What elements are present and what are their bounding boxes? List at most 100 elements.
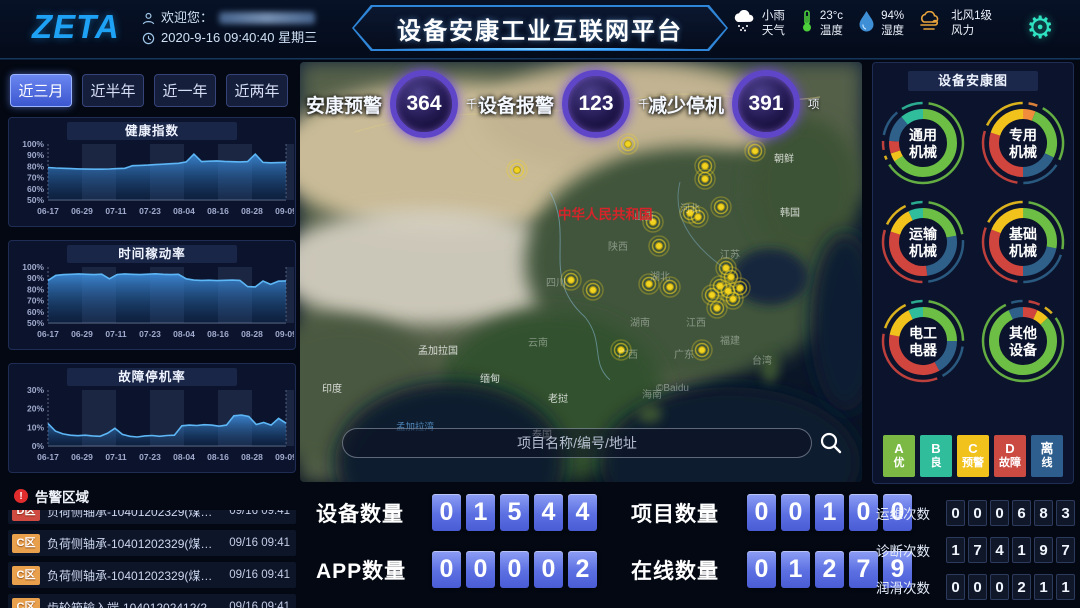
svg-text:08-28: 08-28 xyxy=(241,329,263,339)
weather-bar: 小雨天气23°c温度94%湿度北风1级风力 xyxy=(732,9,992,39)
svg-text:80%: 80% xyxy=(27,161,44,171)
counter-row-2: APP数量00002在线数量01279 xyxy=(316,551,946,588)
weather-text: 94%湿度 xyxy=(881,9,904,39)
map-label-江西: 江西 xyxy=(686,317,706,329)
alert-time: 09/16 09:41 xyxy=(229,601,290,608)
chart-plot: 100%90%80%70%60%50%06-1706-2907-1107-230… xyxy=(10,263,294,347)
map-label-湖北: 湖北 xyxy=(650,271,670,283)
svg-text:07-23: 07-23 xyxy=(139,452,161,462)
project-search-input[interactable] xyxy=(342,428,812,458)
map-label-江苏: 江苏 xyxy=(720,248,740,261)
map-marker[interactable] xyxy=(745,141,765,161)
map-marker[interactable] xyxy=(649,236,669,256)
weather-label: 风力 xyxy=(951,24,992,39)
alert-section-header: ! 告警区域 xyxy=(14,486,296,506)
user-icon xyxy=(142,12,155,25)
digit-box: 5 xyxy=(500,494,529,531)
alert-time: 09/16 09:41 xyxy=(229,537,290,549)
svg-text:60%: 60% xyxy=(27,307,44,317)
zone-badge: D区 xyxy=(12,510,40,521)
map-label-河北: 河北 xyxy=(680,203,700,215)
ops-digit-group: 000211 xyxy=(946,574,1075,600)
legend-离线: 离线 xyxy=(1031,435,1063,477)
china-map[interactable]: 朝鲜韩国孟加拉国印度缅甸老挝泰国陕西山西河北江苏四川湖北湖南江西云南广西广东福建… xyxy=(300,62,862,482)
svg-text:20%: 20% xyxy=(27,404,44,414)
svg-text:基础: 基础 xyxy=(1009,226,1037,242)
svg-text:08-16: 08-16 xyxy=(207,452,229,462)
map-marker[interactable] xyxy=(707,298,727,318)
svg-text:80%: 80% xyxy=(27,284,44,294)
gauge-专用机械[interactable]: 专用机械 xyxy=(977,97,1069,189)
weather-item-天气: 小雨天气 xyxy=(732,9,785,39)
alert-row[interactable]: C区齿轮箱输入端-10401202412(2#（2V）...09/16 09:4… xyxy=(8,594,296,608)
digit-box: 4 xyxy=(534,494,563,531)
ops-digit-box: 9 xyxy=(1034,537,1053,563)
alert-section-title: 告警区域 xyxy=(35,486,89,506)
gauge-运输机械[interactable]: 运输机械 xyxy=(877,196,969,288)
svg-text:08-04: 08-04 xyxy=(173,206,195,216)
alert-list: D区负荷侧轴承-10401202329(煤气引风机电...09/16 09:41… xyxy=(8,510,296,608)
digit-box: 1 xyxy=(815,494,844,531)
tab-近半年[interactable]: 近半年 xyxy=(82,74,144,107)
stat-label: 设备报警 xyxy=(478,91,554,118)
ops-digit-box: 1 xyxy=(1012,537,1031,563)
digit-box: 4 xyxy=(568,494,597,531)
weather-value: 北风1级 xyxy=(951,9,992,24)
map-marker[interactable] xyxy=(583,280,603,300)
map-marker[interactable] xyxy=(730,278,750,298)
alert-row[interactable]: C区负荷侧轴承-10401202329(煤气引风机电...09/16 09:41 xyxy=(8,562,296,588)
svg-text:07-11: 07-11 xyxy=(105,329,127,339)
search-icon[interactable] xyxy=(818,430,844,456)
svg-text:50%: 50% xyxy=(27,318,44,328)
svg-text:07-23: 07-23 xyxy=(139,329,161,339)
legend-label: 预警 xyxy=(962,457,984,471)
alert-text: 负荷侧轴承-10401202329(煤气引风机电... xyxy=(47,510,222,520)
settings-gear-icon[interactable]: ⚙ xyxy=(1026,9,1054,47)
digit-box: 2 xyxy=(568,551,597,588)
svg-text:50%: 50% xyxy=(27,195,44,205)
map-marker[interactable] xyxy=(711,197,731,217)
map-marker[interactable] xyxy=(695,169,715,189)
svg-text:专用: 专用 xyxy=(1009,127,1037,143)
ops-digit-box: 3 xyxy=(1056,500,1075,526)
map-label-朝鲜: 朝鲜 xyxy=(774,152,794,165)
gauge-电工电器[interactable]: 电工电器 xyxy=(877,295,969,387)
map-label-印度: 印度 xyxy=(322,382,342,395)
stat-ring-value: 364 xyxy=(390,70,458,138)
digit-group: 01544 xyxy=(432,494,597,531)
chart-panel-健康指数: 健康指数100%90%80%70%60%50%06-1706-2907-1107… xyxy=(8,117,296,227)
alert-row[interactable]: C区负荷侧轴承-10401202329(煤气引风机电...09/16 09:41 xyxy=(8,530,296,556)
digit-box: 0 xyxy=(432,551,461,588)
tab-近两年[interactable]: 近两年 xyxy=(226,74,288,107)
alert-row[interactable]: D区负荷侧轴承-10401202329(煤气引风机电...09/16 09:41 xyxy=(8,510,296,524)
alert-time: 09/16 09:41 xyxy=(229,569,290,581)
map-label-country-name: 中华人民共和国 xyxy=(558,206,653,222)
legend-A优: A优 xyxy=(883,435,915,477)
svg-text:其他: 其他 xyxy=(1009,325,1037,341)
tab-近三月[interactable]: 近三月 xyxy=(10,74,72,107)
legend-C预警: C预警 xyxy=(957,435,989,477)
ops-digit-box: 1 xyxy=(946,537,965,563)
device-health-title: 设备安康图 xyxy=(908,71,1038,91)
map-marker[interactable] xyxy=(507,160,527,180)
weather-label: 天气 xyxy=(762,24,785,39)
weather-text: 北风1级风力 xyxy=(951,9,992,39)
svg-text:09-09: 09-09 xyxy=(275,206,294,216)
gauge-通用机械[interactable]: 通用机械 xyxy=(877,97,969,189)
map-marker[interactable] xyxy=(618,134,638,154)
gauge-基础机械[interactable]: 基础机械 xyxy=(977,196,1069,288)
chart-panels: 健康指数100%90%80%70%60%50%06-1706-2907-1107… xyxy=(8,117,296,473)
tab-近一年[interactable]: 近一年 xyxy=(154,74,216,107)
svg-text:10%: 10% xyxy=(27,422,44,432)
zone-badge: C区 xyxy=(12,566,40,585)
humidity-drop-icon xyxy=(858,10,875,38)
gauge-其他设备[interactable]: 其他设备 xyxy=(977,295,1069,387)
map-marker[interactable] xyxy=(723,289,743,309)
legend-grade: D xyxy=(1005,441,1014,457)
svg-text:60%: 60% xyxy=(27,184,44,194)
map-label-广西: 广西 xyxy=(618,349,638,361)
digit-box: 1 xyxy=(466,494,495,531)
chart-panel-故障停机率: 故障停机率30%20%10%0%06-1706-2907-1107-2308-0… xyxy=(8,363,296,473)
map-marker[interactable] xyxy=(692,340,712,360)
map-label-老挝: 老挝 xyxy=(548,392,568,405)
